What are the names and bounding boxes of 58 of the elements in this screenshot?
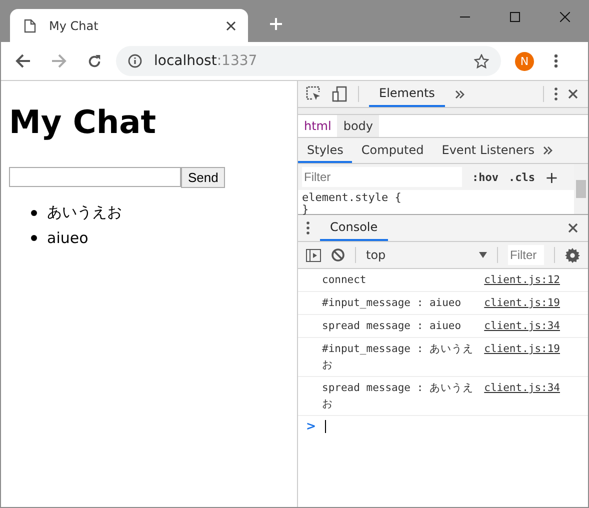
chat-message: あいうえお [47,203,122,222]
console-message: connect [322,273,368,288]
close-icon[interactable] [226,20,236,30]
page-icon [24,18,36,32]
back-icon[interactable] [15,54,31,68]
style-rule-line: } [302,204,309,216]
settings-icon[interactable] [565,248,580,262]
tab-title: My Chat [49,18,100,32]
style-rule-line: element.style { [302,192,402,204]
source-link[interactable]: client.js:19 [484,295,560,311]
send-button[interactable]: Send [181,167,226,188]
source-link[interactable]: client.js:34 [484,318,560,334]
chevron-icon[interactable] [454,90,465,98]
breadcrumb[interactable]: body [337,115,380,137]
new-rule-button[interactable]: + [545,168,558,186]
address-bar[interactable]: localhost:1337 [116,46,501,76]
styles-tab[interactable]: Event Listeners [432,138,544,163]
scrollbar[interactable] [574,164,588,214]
chat-message: aiueo [47,228,88,246]
clear-icon[interactable] [331,248,345,262]
chevron-icon[interactable] [543,146,554,155]
styles-tab[interactable]: Computed [352,138,433,163]
bullet-icon [31,234,37,240]
url-text: localhost:1337 [154,53,258,69]
cls-toggle[interactable]: .cls [508,170,535,184]
info-icon [128,54,142,68]
hov-toggle[interactable]: :hov [472,170,498,184]
console-filter-field[interactable]: Filter [508,245,544,265]
styles-filter-field[interactable]: Filter [302,167,462,187]
console-prompt: > [306,419,316,433]
menu-icon[interactable] [554,54,558,68]
close-icon[interactable] [568,223,578,233]
context-select[interactable]: top [366,248,469,262]
reload-icon[interactable] [87,54,102,68]
bullet-icon [31,210,37,216]
close-icon[interactable] [560,12,570,22]
device-icon[interactable] [332,86,348,102]
browser-tab[interactable]: My Chat [10,9,248,42]
inspect-icon[interactable] [306,86,322,102]
kebab-icon[interactable] [306,221,310,235]
source-link[interactable]: client.js:12 [484,272,560,288]
console-message: spread message : aiueo [322,319,462,334]
source-link[interactable]: client.js:19 [484,341,560,357]
console-message: #input_message : aiueo [322,296,462,311]
sidebar-toggle-icon[interactable] [306,248,321,262]
dropdown-icon[interactable] [479,252,487,258]
console-message: spread message : あいうえお [322,381,474,412]
maximize-icon[interactable] [510,12,520,22]
star-icon[interactable] [474,54,489,68]
text-cursor [325,420,326,432]
kebab-icon[interactable] [554,87,558,101]
source-link[interactable]: client.js:34 [484,380,560,396]
console-message: #input_message : あいうえお [322,342,474,373]
message-input[interactable] [9,167,181,187]
plus-icon[interactable] [270,18,282,30]
close-icon[interactable] [568,89,578,99]
breadcrumb[interactable]: html [298,115,338,137]
page-heading: My Chat [9,103,157,141]
